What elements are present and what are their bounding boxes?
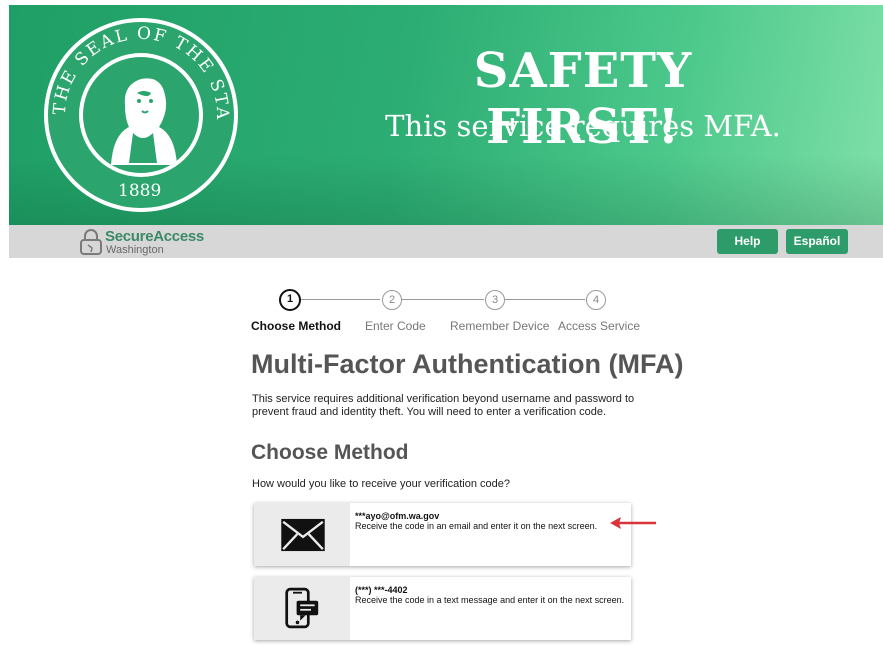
- hero-subtitle: This service requires MFA.: [385, 109, 781, 143]
- header-bar: SecureAccess Washington Help Español: [9, 225, 883, 258]
- stepper-line: [505, 299, 585, 300]
- logo-name: SecureAccess: [105, 228, 204, 245]
- espanol-button[interactable]: Español: [786, 229, 848, 254]
- step-2-circle: 2: [382, 290, 402, 310]
- step-3-circle: 3: [485, 290, 505, 310]
- help-button[interactable]: Help: [717, 229, 778, 254]
- lock-icon: [80, 229, 102, 255]
- logo-subtitle: Washington: [106, 244, 164, 256]
- text-description: Receive the code in a text message and e…: [355, 595, 625, 605]
- seal-year: 1889: [118, 181, 162, 201]
- step-3-label: Remember Device: [450, 319, 550, 333]
- stepper-line: [402, 299, 484, 300]
- hero-banner: THE SEAL OF THE STATE OF WASHINGTON 1889…: [9, 5, 883, 225]
- email-description: Receive the code in an email and enter i…: [355, 521, 598, 531]
- page-title: Multi-Factor Authentication (MFA): [251, 349, 684, 379]
- progress-stepper: 1 2 3 4 Choose Method Enter Code Remembe…: [250, 289, 650, 335]
- secureaccess-logo[interactable]: SecureAccess Washington: [79, 227, 219, 257]
- email-icon-box: [254, 503, 350, 566]
- step-1-circle: 1: [279, 289, 301, 311]
- stepper-line: [301, 299, 380, 300]
- envelope-icon: [281, 518, 325, 552]
- annotation-arrow-icon: [610, 517, 656, 529]
- step-4-circle: 4: [586, 290, 606, 310]
- email-method-card[interactable]: ***ayo@ofm.wa.gov Receive the code in an…: [254, 503, 631, 566]
- text-method-card[interactable]: (***) ***-4402 Receive the code in a tex…: [254, 577, 631, 640]
- phone-target: (***) ***-4402: [355, 585, 408, 595]
- step-1-label: Choose Method: [251, 319, 341, 333]
- text-icon-box: [254, 577, 350, 640]
- section-title: Choose Method: [251, 441, 409, 464]
- intro-text: This service requires additional verific…: [252, 393, 635, 418]
- step-2-label: Enter Code: [365, 319, 426, 333]
- method-question: How would you like to receive your verif…: [252, 478, 511, 490]
- email-target: ***ayo@ofm.wa.gov: [355, 511, 440, 521]
- step-4-label: Access Service: [558, 319, 641, 333]
- phone-message-icon: [285, 587, 319, 629]
